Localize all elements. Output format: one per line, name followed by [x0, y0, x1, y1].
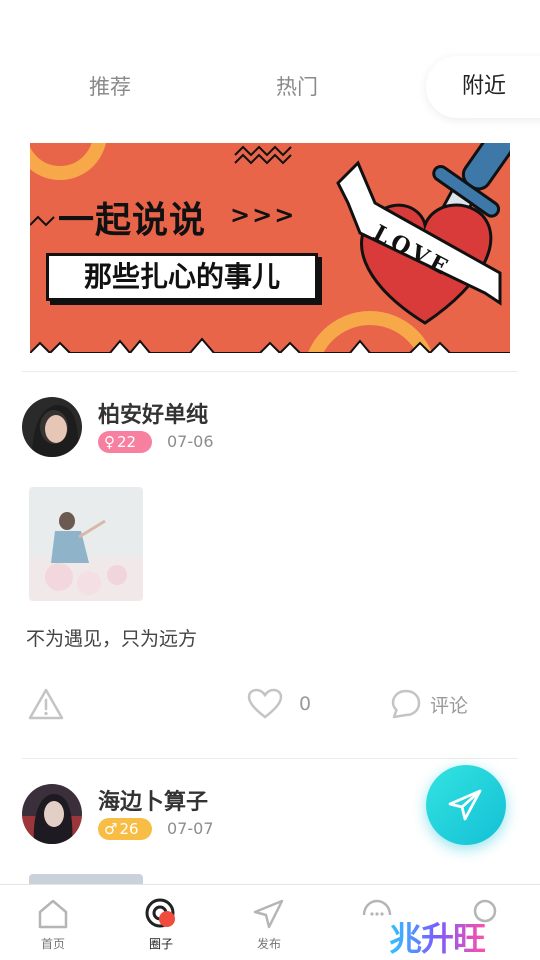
comment-icon — [391, 689, 421, 719]
nav-publish[interactable]: 发布 — [229, 893, 309, 957]
publish-fab-button[interactable] — [426, 765, 506, 845]
nav-home[interactable]: 首页 — [13, 893, 93, 957]
circle-icon — [145, 898, 175, 928]
top-tabs: 推荐 热门 附近 — [0, 56, 540, 118]
gender-age-badge: ♀ 22 — [98, 431, 152, 453]
comment-label: 评论 — [430, 694, 469, 717]
avatar[interactable] — [22, 784, 82, 844]
nav-publish-label: 发布 — [256, 937, 281, 951]
nav-circle-label: 圈子 — [148, 937, 173, 951]
post-header: 柏安好单纯 ♀ 22 07-06 — [22, 397, 422, 461]
like-button[interactable]: 0 — [247, 684, 311, 724]
post-photo[interactable] — [29, 487, 143, 601]
male-icon: ♂ — [104, 820, 118, 838]
report-button[interactable] — [28, 684, 64, 724]
send-icon — [448, 789, 482, 821]
comment-button[interactable]: 评论 — [390, 684, 468, 724]
warning-icon — [28, 688, 64, 720]
age: 22 — [117, 433, 137, 451]
divider — [22, 758, 518, 759]
banner-arrows: >>> — [230, 201, 297, 229]
post-header: 海边卜算子 ♂ 26 07-07 — [22, 784, 422, 848]
tab-nearby[interactable]: 附近 — [426, 56, 540, 118]
username[interactable]: 海边卜算子 — [98, 784, 208, 816]
post-text: 不为遇见，只为远方 — [26, 628, 198, 650]
watermark-logo: 兆升旺 — [389, 912, 486, 960]
promo-banner[interactable]: 一起说说 >>> 那些扎心的事儿 LOVE — [30, 143, 510, 353]
banner-illustration — [30, 143, 510, 353]
female-icon: ♀ — [104, 433, 115, 451]
post-actions: 0 评论 — [0, 684, 540, 724]
home-icon — [38, 899, 68, 929]
gender-age-badge: ♂ 26 — [98, 818, 152, 840]
divider — [22, 371, 518, 372]
post-date: 07-06 — [167, 432, 214, 451]
nav-circle[interactable]: 圈子 — [121, 893, 201, 957]
like-count: 0 — [299, 693, 312, 715]
banner-subtitle: 那些扎心的事儿 — [46, 253, 318, 301]
username[interactable]: 柏安好单纯 — [98, 397, 208, 429]
age: 26 — [119, 820, 139, 838]
nav-home-label: 首页 — [40, 937, 65, 951]
post-date: 07-07 — [167, 819, 214, 838]
tab-hot[interactable]: 热门 — [247, 56, 347, 118]
send-icon — [253, 899, 284, 929]
banner-title: 一起说说 — [58, 200, 207, 241]
avatar[interactable] — [22, 397, 82, 457]
heart-icon — [247, 688, 283, 719]
tab-recommend[interactable]: 推荐 — [60, 56, 160, 118]
